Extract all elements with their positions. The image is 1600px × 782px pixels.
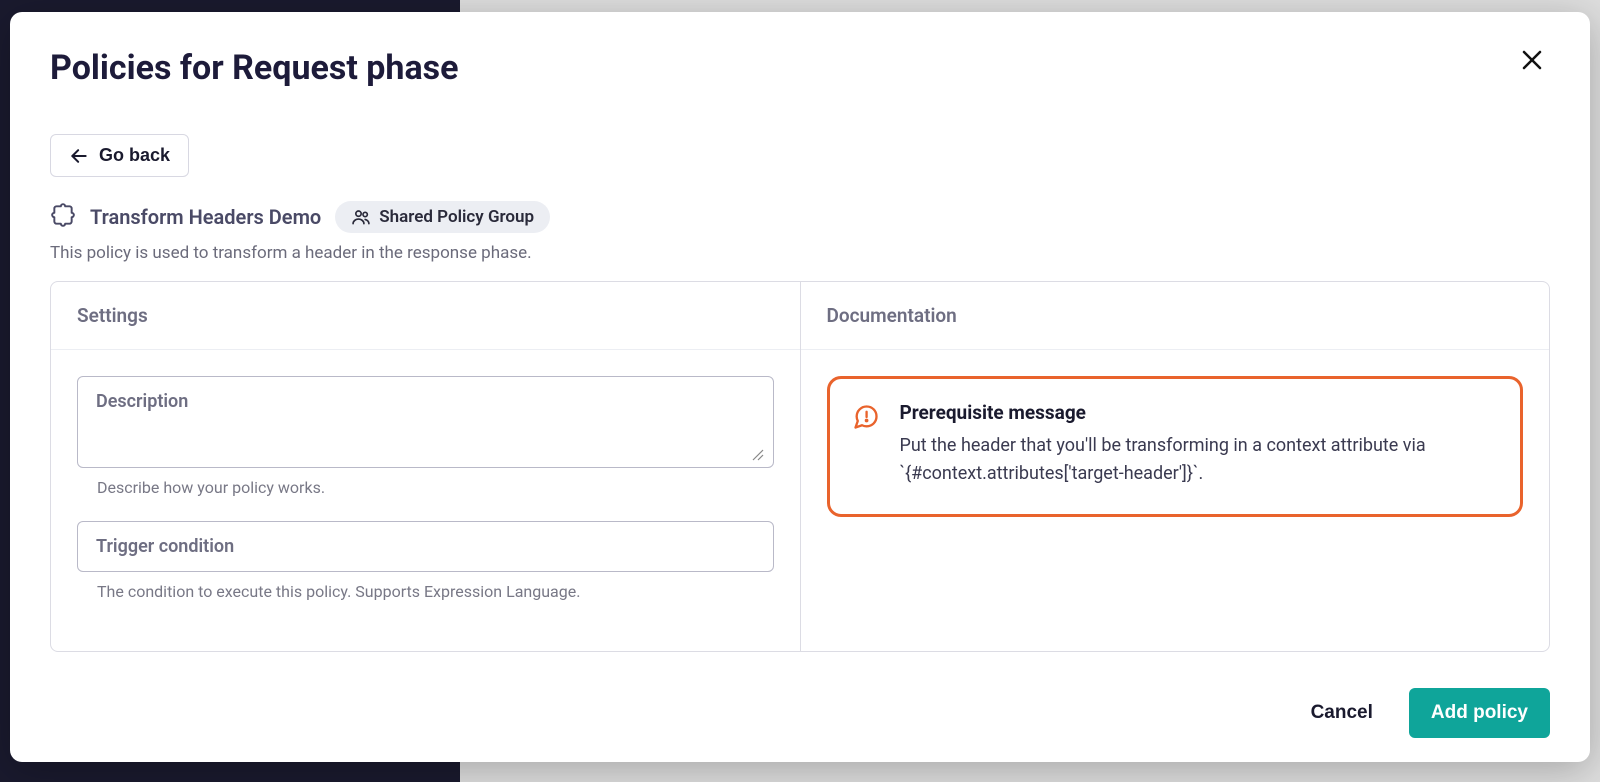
go-back-label: Go back: [99, 145, 170, 166]
trigger-condition-input[interactable]: Trigger condition: [77, 521, 774, 572]
dialog-title: Policies for Request phase: [50, 48, 1550, 88]
callout-text: Put the header that you'll be transformi…: [900, 432, 1495, 488]
shared-policy-group-badge: Shared Policy Group: [335, 201, 550, 233]
dialog-footer: Cancel Add policy: [50, 660, 1550, 738]
callout-title: Prerequisite message: [900, 401, 1495, 424]
description-help-text: Describe how your policy works.: [77, 468, 774, 515]
puzzle-icon: [50, 202, 76, 232]
settings-panel: Settings Description Describe how your p…: [51, 282, 800, 651]
cancel-button[interactable]: Cancel: [1293, 688, 1391, 738]
go-back-button[interactable]: Go back: [50, 134, 189, 177]
documentation-panel: Documentation Prerequisite message Put t…: [800, 282, 1550, 651]
documentation-panel-header: Documentation: [801, 282, 1550, 350]
description-label: Description: [96, 391, 188, 412]
trigger-condition-help-text: The condition to execute this policy. Su…: [77, 572, 774, 619]
shared-badge-label: Shared Policy Group: [379, 207, 534, 227]
close-icon: [1520, 48, 1544, 72]
arrow-left-icon: [69, 146, 89, 166]
resize-handle-icon[interactable]: [751, 447, 767, 463]
settings-panel-header: Settings: [51, 282, 800, 350]
trigger-condition-label: Trigger condition: [96, 536, 234, 557]
panels-container: Settings Description Describe how your p…: [50, 281, 1550, 652]
description-field: Description Describe how your policy wor…: [77, 376, 774, 515]
trigger-condition-field: Trigger condition The condition to execu…: [77, 521, 774, 619]
callout-content: Prerequisite message Put the header that…: [900, 401, 1495, 488]
alert-chat-icon: [852, 403, 880, 488]
prerequisite-callout: Prerequisite message Put the header that…: [827, 376, 1524, 517]
description-input[interactable]: Description: [77, 376, 774, 468]
add-policy-button[interactable]: Add policy: [1409, 688, 1550, 738]
settings-panel-body: Description Describe how your policy wor…: [51, 350, 800, 651]
policy-dialog: Policies for Request phase Go back Trans…: [10, 12, 1590, 762]
policy-name: Transform Headers Demo: [90, 205, 321, 229]
policy-header: Transform Headers Demo Shared Policy Gro…: [50, 201, 1550, 233]
documentation-panel-body: Prerequisite message Put the header that…: [801, 350, 1550, 543]
users-icon: [351, 207, 371, 227]
policy-description: This policy is used to transform a heade…: [50, 243, 1550, 263]
close-button[interactable]: [1514, 42, 1550, 78]
